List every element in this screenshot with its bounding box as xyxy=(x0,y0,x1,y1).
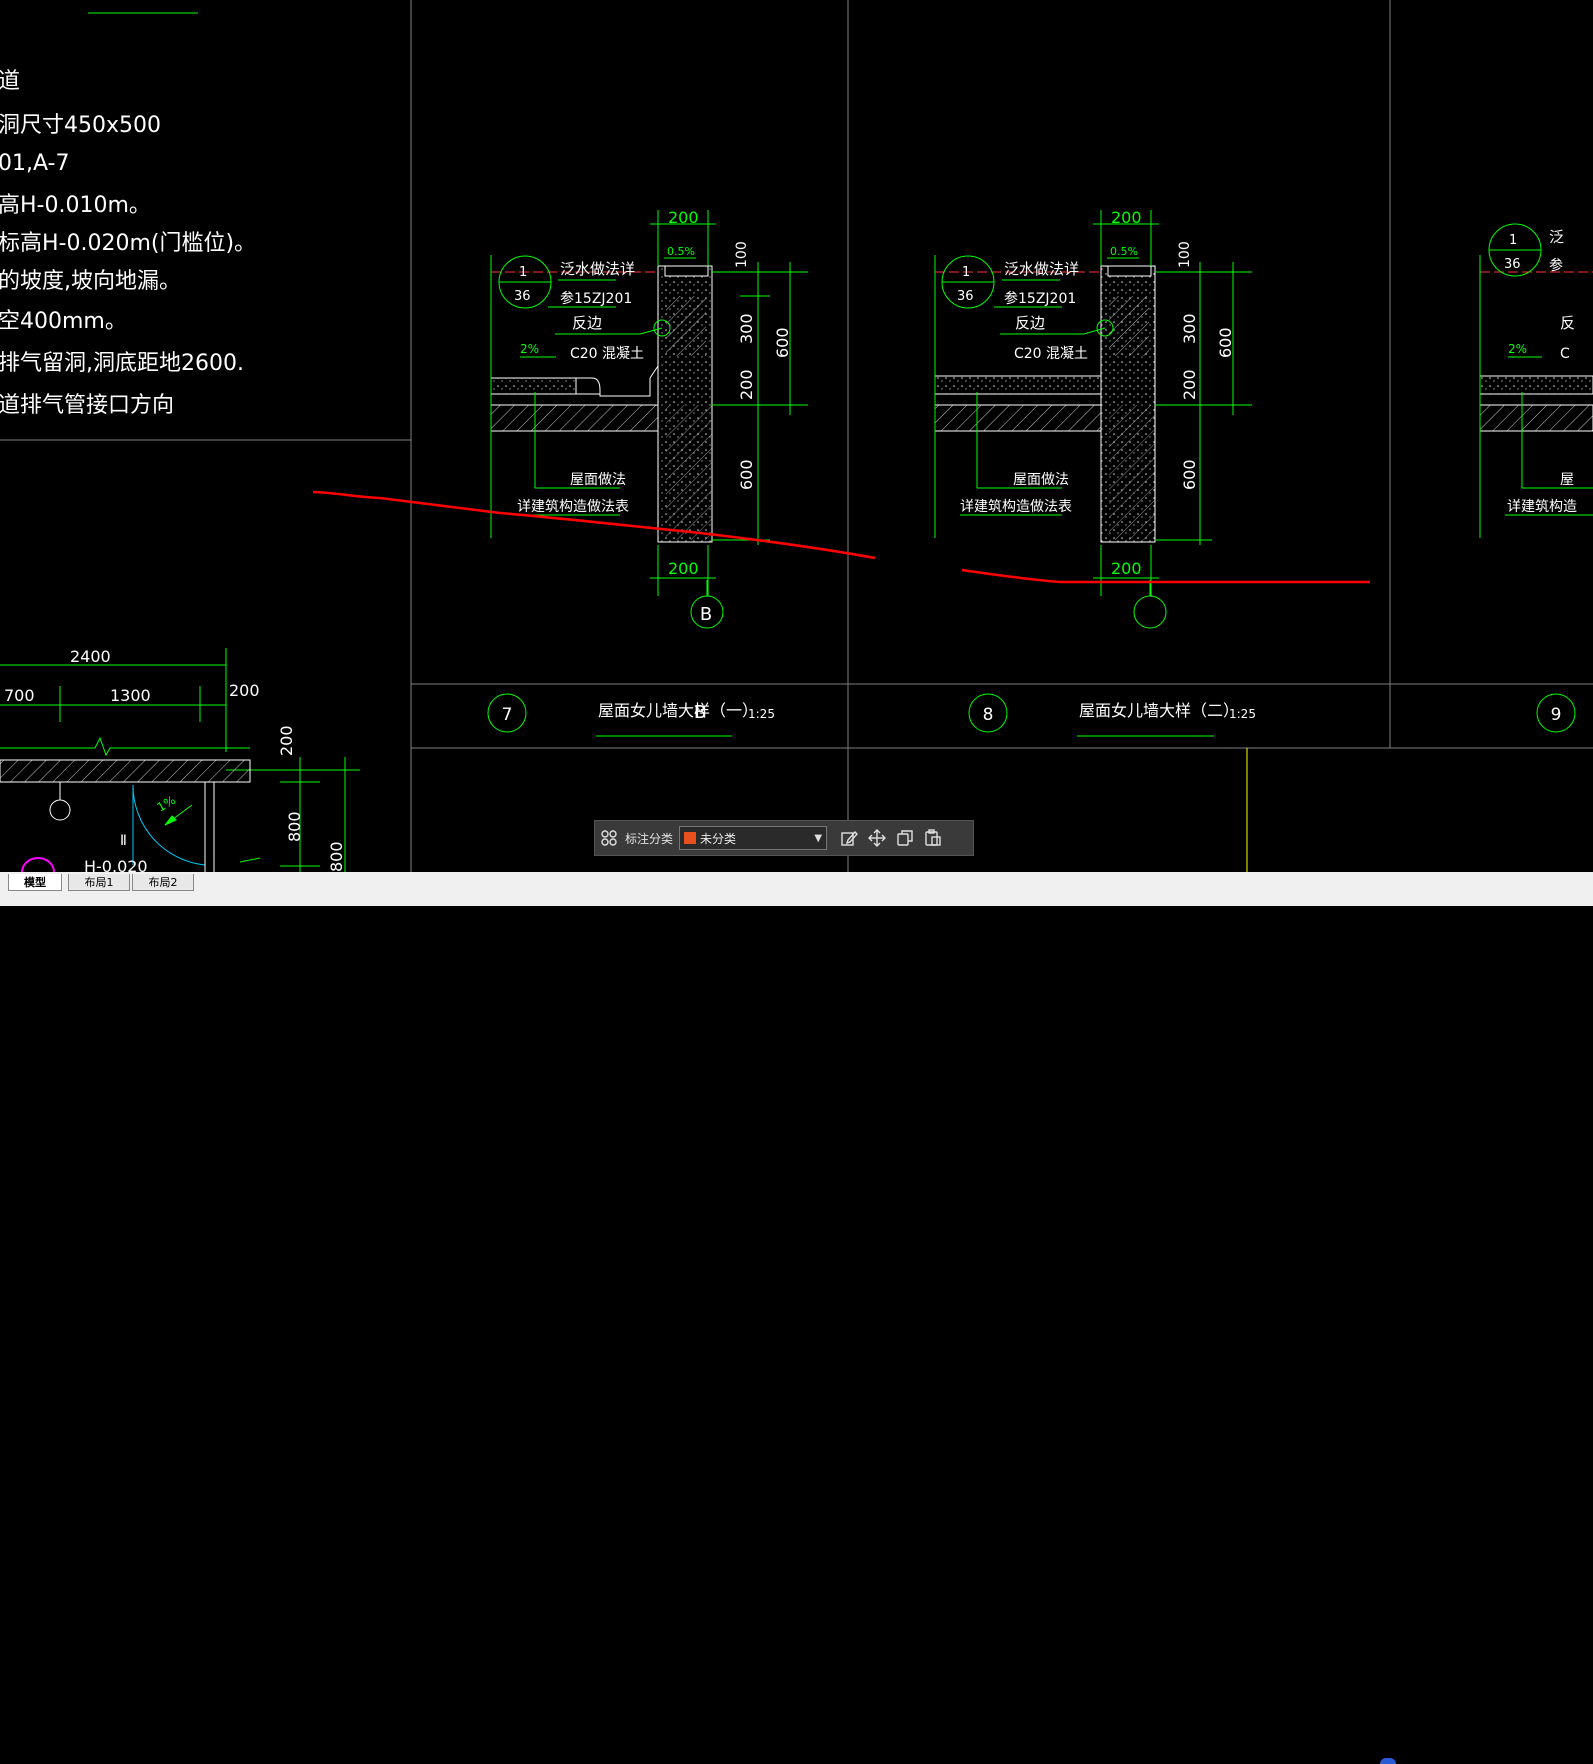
svg-text:0.5%: 0.5% xyxy=(1110,245,1138,258)
note-line: 的坡度,坡向地漏。 xyxy=(0,269,181,294)
svg-text:C: C xyxy=(1560,346,1570,362)
red-markup-line xyxy=(961,568,1370,584)
detail-scale: 1:25 xyxy=(748,707,775,721)
svg-text:800: 800 xyxy=(327,841,346,872)
color-swatch xyxy=(684,832,697,844)
svg-text:200: 200 xyxy=(1180,369,1199,400)
layout-tab-bar: 模型 布局1 布局2 xyxy=(0,872,1593,1764)
svg-text:36: 36 xyxy=(1504,257,1521,272)
svg-text:泛水做法详: 泛水做法详 xyxy=(560,260,635,278)
svg-text:C20 混凝土: C20 混凝土 xyxy=(570,346,644,362)
svg-text:详建筑构造做法表: 详建筑构造做法表 xyxy=(517,499,629,515)
detail-9: 1 36 泛 参 反 C 屋 详建筑构造 2% xyxy=(1479,223,1593,538)
status-indicator xyxy=(1380,1758,1396,1764)
svg-text:屋面做法: 屋面做法 xyxy=(570,472,626,488)
svg-text:1300: 1300 xyxy=(110,686,151,705)
svg-text:200: 200 xyxy=(1111,559,1142,578)
svg-text:1: 1 xyxy=(962,265,970,280)
svg-text:1: 1 xyxy=(1509,233,1517,248)
svg-text:700: 700 xyxy=(4,686,35,705)
note-line: 道 xyxy=(0,69,20,94)
svg-text:1: 1 xyxy=(519,265,527,280)
svg-text:2%: 2% xyxy=(520,342,539,356)
note-line: 标高H-0.020m(门槛位)。 xyxy=(0,231,256,256)
detail-titles: 7 8 9 屋面女儿墙大样（一） 屋面女儿墙大样（二） 1:25 1:25 xyxy=(487,693,1576,737)
svg-text:C20 混凝土: C20 混凝土 xyxy=(1014,346,1088,362)
detail-title: 屋面女儿墙大样（一） xyxy=(598,701,758,720)
svg-text:泛: 泛 xyxy=(1549,228,1564,246)
svg-text:800: 800 xyxy=(285,811,304,842)
svg-text:参15ZJ201: 参15ZJ201 xyxy=(1004,290,1076,307)
svg-text:200: 200 xyxy=(229,681,260,700)
svg-text:详建筑构造: 详建筑构造 xyxy=(1507,499,1577,515)
svg-text:详建筑构造做法表: 详建筑构造做法表 xyxy=(960,499,1072,515)
note-line: 高H-0.010m。 xyxy=(0,193,151,218)
dim-label: 200 xyxy=(668,559,699,578)
chevron-down-icon[interactable]: ▼ xyxy=(814,833,822,844)
detail-7: 200 200 0.5% 2% B 1 36 泛水做法详 参15ZJ201 反边… xyxy=(490,208,808,723)
detail-number: 8 xyxy=(983,705,994,725)
svg-text:2400: 2400 xyxy=(70,647,111,666)
annotation-toolbar: 标注分类 未分类 ▼ xyxy=(594,820,974,856)
edit-icon[interactable] xyxy=(835,824,863,852)
svg-text:屋面做法: 屋面做法 xyxy=(1013,472,1069,488)
svg-text:300: 300 xyxy=(737,313,756,344)
axis-label: B xyxy=(700,604,712,625)
classification-value: 未分类 xyxy=(700,831,737,846)
tab-layout-1[interactable]: 布局1 xyxy=(68,874,130,891)
svg-text:36: 36 xyxy=(957,289,974,304)
svg-text:参: 参 xyxy=(1549,257,1563,274)
note-line: 01,A-7 xyxy=(0,151,70,176)
detail-8: 200 200 0.5% 1 36 泛水做法详 参15ZJ201 反边 C20 … xyxy=(934,208,1252,629)
svg-text:H-0.020: H-0.020 xyxy=(84,857,148,872)
svg-text:参15ZJ201: 参15ZJ201 xyxy=(560,290,632,307)
notes-block: 道 洞尺寸450x500 01,A-7 高H-0.010m。 标高H-0.020… xyxy=(0,69,256,418)
svg-text:600: 600 xyxy=(773,327,792,358)
svg-text:Ⅱ: Ⅱ xyxy=(120,833,127,849)
note-line: 空400mm。 xyxy=(0,309,127,334)
svg-text:200: 200 xyxy=(277,725,296,756)
move-icon[interactable] xyxy=(863,824,891,852)
svg-text:100: 100 xyxy=(1177,241,1193,268)
svg-text:屋: 屋 xyxy=(1560,472,1574,488)
dim-label: 200 xyxy=(668,208,699,227)
note-line: 排气留洞,洞底距地2600. xyxy=(0,351,244,376)
classification-label: 标注分类 xyxy=(625,831,674,846)
detail-number: 9 xyxy=(1551,705,1562,725)
svg-text:反边: 反边 xyxy=(1015,314,1045,332)
classification-select[interactable]: 未分类 ▼ xyxy=(679,826,828,850)
svg-text:1%: 1% xyxy=(155,793,178,815)
svg-text:300: 300 xyxy=(1180,313,1199,344)
cad-drawing-canvas[interactable]: 道 洞尺寸450x500 01,A-7 高H-0.010m。 标高H-0.020… xyxy=(0,0,1593,872)
svg-text:2%: 2% xyxy=(1508,342,1527,356)
plan-fragment: 2400 700 1300 200 200 800 800 1% Ⅱ H-0.0… xyxy=(0,647,360,872)
svg-text:600: 600 xyxy=(1216,327,1235,358)
svg-text:600: 600 xyxy=(1180,459,1199,490)
tab-layout-2[interactable]: 布局2 xyxy=(132,874,194,891)
note-line: 道排气管接口方向 xyxy=(0,393,174,418)
svg-text:泛水做法详: 泛水做法详 xyxy=(1004,260,1079,278)
svg-text:反边: 反边 xyxy=(572,314,602,332)
tab-model[interactable]: 模型 xyxy=(8,874,62,891)
grid-icon[interactable] xyxy=(595,824,623,852)
detail-number: 7 xyxy=(502,705,513,725)
svg-text:0.5%: 0.5% xyxy=(667,245,695,258)
svg-text:36: 36 xyxy=(514,289,531,304)
copy-icon[interactable] xyxy=(891,824,919,852)
svg-text:200: 200 xyxy=(1111,208,1142,227)
svg-text:100: 100 xyxy=(734,241,750,268)
detail-title: 屋面女儿墙大样（二） xyxy=(1079,701,1239,720)
sheet-frame xyxy=(0,0,1593,872)
note-line: 洞尺寸450x500 xyxy=(0,113,161,138)
svg-text:600: 600 xyxy=(737,459,756,490)
svg-text:反: 反 xyxy=(1560,314,1575,332)
svg-text:200: 200 xyxy=(737,369,756,400)
detail-scale: 1:25 xyxy=(1229,707,1256,721)
paste-icon[interactable] xyxy=(919,824,947,852)
